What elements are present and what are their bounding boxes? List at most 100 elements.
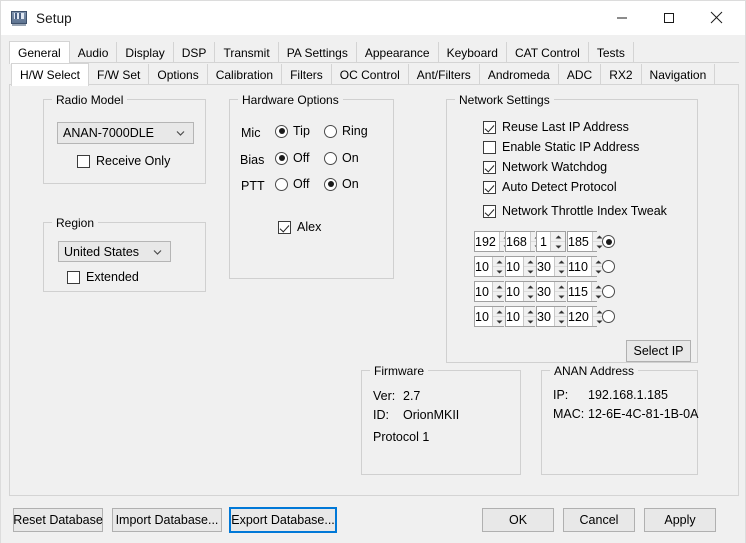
tab-transmit[interactable]: Transmit (215, 42, 279, 63)
bias-off-radio[interactable]: Off (275, 151, 309, 165)
tab-label: Appearance (364, 45, 430, 60)
apply-label: Apply (664, 513, 696, 527)
primary-tab-strip: General Audio Display DSP Transmit PA Setting… (9, 41, 739, 64)
ip-octet-spinner-r1-c3[interactable]: 1 (536, 231, 566, 252)
tab-keyboard[interactable]: Keyboard (438, 42, 507, 63)
radio-model-combo[interactable]: ANAN-7000DLE (57, 122, 194, 144)
tab-label: DSP (181, 45, 207, 60)
ip-octet-spinner-r3-c2[interactable]: 10 (505, 281, 538, 302)
tab-general[interactable]: General (9, 41, 70, 64)
ip-octet-spinner-r4-c4[interactable]: 120 (567, 306, 607, 327)
ip-row-radio-2[interactable] (602, 260, 615, 273)
ip-octet-value: 10 (506, 309, 520, 324)
ip-octet-value: 120 (568, 309, 589, 324)
tab-label: Keyboard (446, 45, 498, 60)
export-database-button[interactable]: Export Database... (229, 507, 337, 533)
spinner-up-icon[interactable] (551, 232, 565, 242)
reset-database-button[interactable]: Reset Database (13, 508, 103, 532)
mic-ring-dot (324, 124, 337, 138)
export-database-label: Export Database... (231, 513, 335, 527)
ip-octet-spinner-r1-c4[interactable]: 185 (567, 231, 607, 252)
ip-octet-spinner-r3-c1[interactable]: 10 (474, 281, 507, 302)
tab-label: ADC (566, 67, 593, 82)
tab-display[interactable]: Display (117, 42, 174, 63)
region-combo[interactable]: United States (58, 241, 171, 262)
apply-button[interactable]: Apply (644, 508, 716, 532)
tab-label: Filters (290, 67, 323, 82)
ptt-off-label: Off (293, 177, 310, 191)
close-icon[interactable] (693, 1, 739, 34)
ip-row-radio-4[interactable] (602, 310, 615, 323)
ip-octet-value: 10 (506, 259, 520, 274)
tab-label: Options (157, 67, 199, 82)
subtab-ant-filters[interactable]: Ant/Filters (408, 64, 480, 85)
ip-octet-spinner-r2-c4[interactable]: 110 (567, 256, 606, 277)
alex-checkbox[interactable]: Alex (278, 220, 321, 234)
tab-dsp[interactable]: DSP (173, 42, 216, 63)
subtab-andromeda[interactable]: Andromeda (479, 64, 559, 85)
ip-octet-spinner-r3-c3[interactable]: 30 (536, 281, 569, 302)
network-checkbox-enable-static-ip-address[interactable]: Enable Static IP Address (483, 140, 639, 154)
ip-row-radio-3[interactable] (602, 285, 615, 298)
tab-content-panel: Radio Model ANAN-7000DLE Receive Only Re… (9, 85, 739, 496)
ip-octet-value: 30 (537, 309, 551, 324)
ok-button[interactable]: OK (482, 508, 554, 532)
subtab-adc[interactable]: ADC (558, 64, 602, 85)
tab-appearance[interactable]: Appearance (356, 42, 439, 63)
ip-octet-spinner-r4-c3[interactable]: 30 (536, 306, 569, 327)
subtab-h-w-select[interactable]: H/W Select (11, 63, 90, 86)
network-checkbox-auto-detect-protocol[interactable]: Auto Detect Protocol (483, 180, 617, 194)
select-ip-button[interactable]: Select IP (626, 340, 691, 362)
spinner-down-icon[interactable] (551, 242, 565, 251)
region-combo-value: United States (64, 244, 140, 259)
minimize-icon[interactable] (599, 1, 645, 34)
subtab-f-w-set[interactable]: F/W Set (89, 64, 150, 85)
ip-octet-spinner-r2-c1[interactable]: 10 (474, 256, 507, 277)
tab-label: OC Control (339, 67, 400, 82)
subtab-calibration[interactable]: Calibration (207, 64, 283, 85)
subtab-navigation[interactable]: Navigation (641, 64, 716, 85)
radio-dot (602, 310, 615, 323)
checkbox-box (483, 140, 496, 154)
subtab-rx2[interactable]: RX2 (601, 64, 642, 85)
maximize-icon[interactable] (646, 1, 692, 34)
tab-label: Ant/Filters (416, 67, 471, 82)
checkbox-box (483, 160, 496, 174)
network-checkbox-network-throttle-index-tweak[interactable]: Network Throttle Index Tweak (483, 204, 667, 218)
subtab-filters[interactable]: Filters (282, 64, 332, 85)
firmware-protocol: Protocol 1 (373, 430, 430, 444)
bias-on-radio[interactable]: On (324, 151, 359, 165)
import-database-button[interactable]: Import Database... (112, 508, 222, 532)
tab-audio[interactable]: Audio (69, 42, 118, 63)
ip-octet-spinner-r1-c2[interactable]: 168 (505, 231, 545, 252)
tab-tests[interactable]: Tests (588, 42, 634, 63)
ip-octet-spinner-r4-c1[interactable]: 10 (474, 306, 507, 327)
firmware-id-value: OrionMKII (403, 408, 460, 422)
network-checkbox-reuse-last-ip-address[interactable]: Reuse Last IP Address (483, 120, 629, 134)
ok-label: OK (508, 513, 528, 527)
ip-octet-spinner-r4-c2[interactable]: 10 (505, 306, 538, 327)
subtab-options[interactable]: Options (149, 64, 208, 85)
ip-octet-value: 168 (506, 234, 527, 249)
ip-octet-spinner-r2-c3[interactable]: 30 (536, 256, 569, 277)
ip-octet-spinner-r1-c1[interactable]: 192 (474, 231, 514, 252)
tab-cat-control[interactable]: CAT Control (506, 42, 589, 63)
cancel-button[interactable]: Cancel (563, 508, 635, 532)
ip-octet-spinner-r3-c4[interactable]: 115 (567, 281, 606, 302)
receive-only-checkbox[interactable]: Receive Only (77, 154, 170, 168)
anan-mac-label: MAC: (553, 407, 585, 421)
ip-row-radio-1[interactable] (602, 235, 615, 248)
ip-octet-value: 185 (568, 234, 589, 249)
mic-tip-radio[interactable]: Tip (275, 124, 310, 138)
network-checkbox-network-watchdog[interactable]: Network Watchdog (483, 160, 607, 174)
ptt-on-radio[interactable]: On (324, 177, 359, 191)
ip-octet-spinner-r2-c2[interactable]: 10 (505, 256, 538, 277)
subtab-oc-control[interactable]: OC Control (331, 64, 409, 85)
ptt-off-radio[interactable]: Off (275, 177, 309, 191)
ip-octet-value: 30 (537, 259, 551, 274)
mic-ring-radio[interactable]: Ring (324, 124, 368, 138)
mic-row-label: Mic (241, 126, 261, 140)
ptt-off-dot (275, 177, 288, 191)
extended-checkbox[interactable]: Extended (67, 270, 139, 284)
tab-pa-settings[interactable]: PA Settings (278, 42, 357, 63)
